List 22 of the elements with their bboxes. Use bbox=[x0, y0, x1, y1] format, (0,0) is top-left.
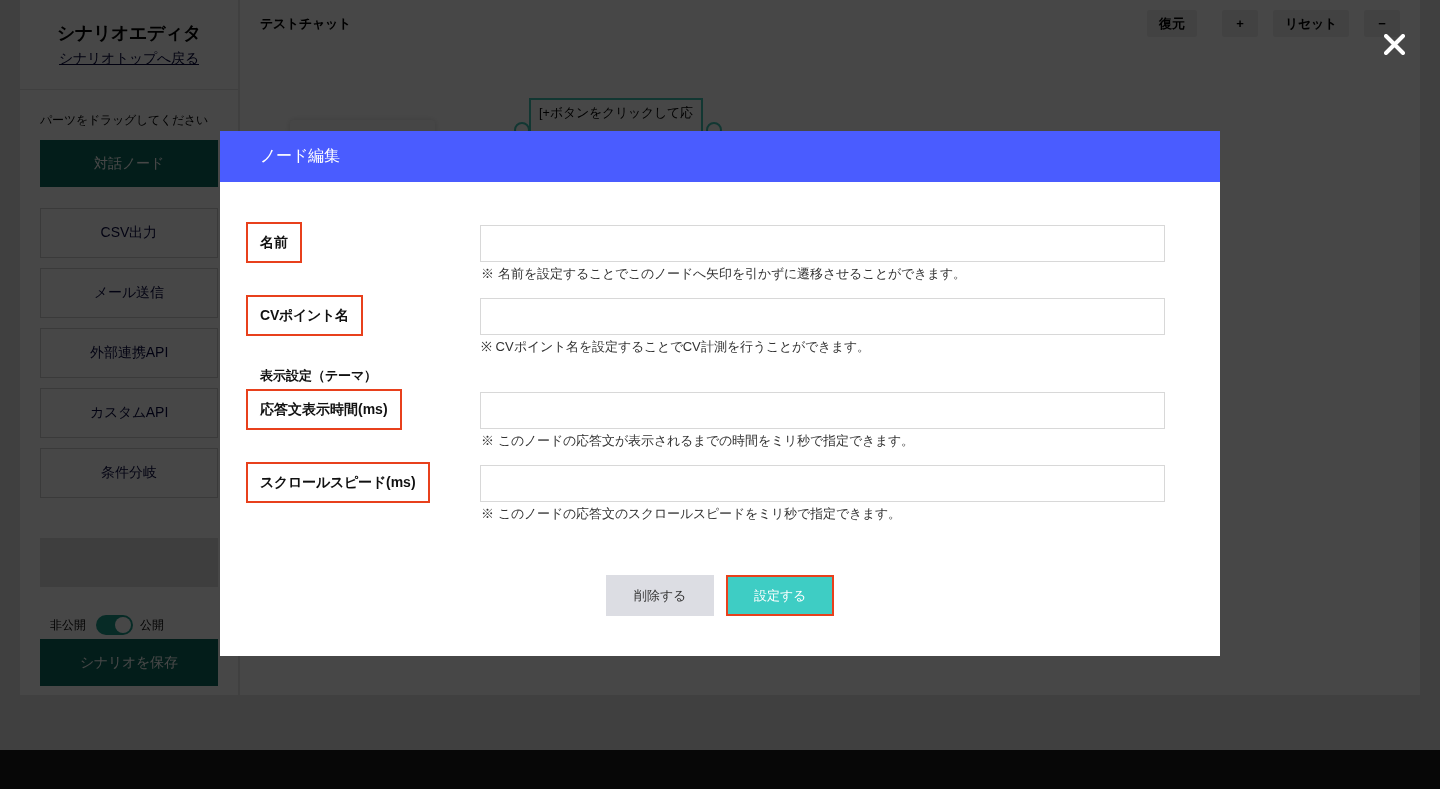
submit-button[interactable]: 設定する bbox=[726, 575, 834, 616]
field-hint: ※ このノードの応答文のスクロールスピードをミリ秒で指定できます。 bbox=[480, 506, 902, 522]
input-field[interactable] bbox=[480, 465, 1165, 502]
public-label: 公開 bbox=[140, 617, 164, 634]
field-label: CVポイント名 bbox=[246, 295, 364, 336]
field-label: 名前 bbox=[246, 222, 302, 263]
input-field[interactable] bbox=[480, 392, 1165, 429]
input-field[interactable] bbox=[480, 225, 1165, 262]
input-field[interactable] bbox=[480, 298, 1165, 335]
section-heading: 表示設定（テーマ） bbox=[260, 368, 377, 384]
modal-title: ノード編集 bbox=[260, 146, 340, 166]
field-label: スクロールスピード(ms) bbox=[246, 462, 430, 503]
private-label: 非公開 bbox=[50, 617, 86, 634]
close-icon[interactable] bbox=[1384, 34, 1405, 55]
sidebar-title: シナリオエディタ bbox=[57, 22, 201, 45]
field-label: 応答文表示時間(ms) bbox=[246, 389, 402, 430]
back-link[interactable]: シナリオトップへ戻る bbox=[59, 48, 199, 68]
field-hint: ※ このノードの応答文が表示されるまでの時間をミリ秒で指定できます。 bbox=[480, 433, 915, 449]
canvas-title: テストチャット bbox=[260, 14, 351, 33]
field-hint: ※ CVポイント名を設定することでCV計測を行うことができます。 bbox=[480, 339, 871, 355]
field-hint: ※ 名前を設定することでこのノードへ矢印を引かずに遷移させることができます。 bbox=[480, 266, 967, 282]
delete-button[interactable]: 削除する bbox=[606, 575, 714, 616]
